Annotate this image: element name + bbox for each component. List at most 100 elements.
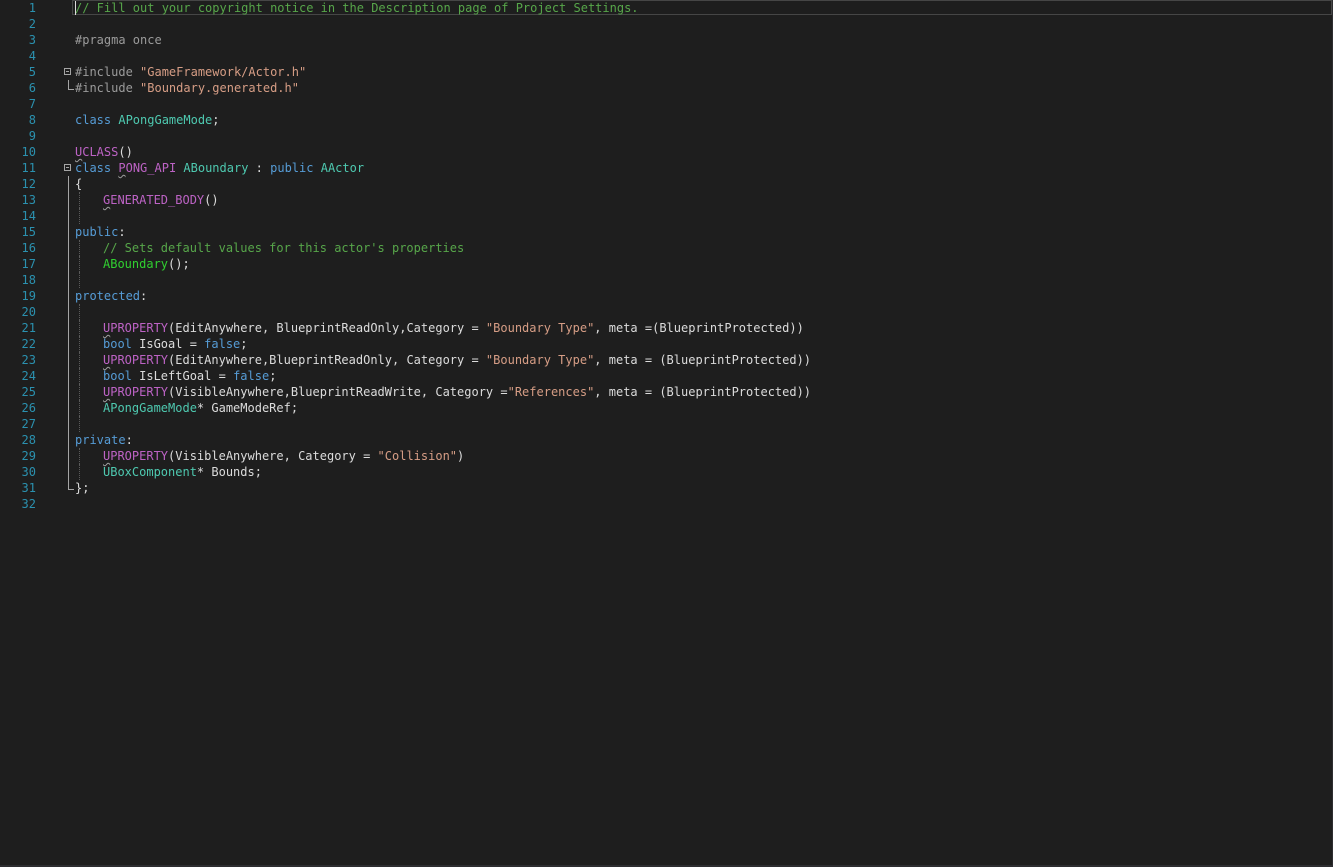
line-number: 7 — [28, 97, 36, 111]
code-line: 22 bool IsGoal = false; — [0, 336, 1333, 352]
fold-end-marker — [68, 480, 74, 490]
code-editor[interactable]: 1 // Fill out your copyright notice in t… — [0, 0, 1333, 867]
access-specifier: public — [75, 225, 119, 239]
fold-line — [68, 352, 69, 368]
line-number: 19 — [21, 289, 36, 303]
type-name: AActor — [320, 161, 365, 175]
code-line: 14 — [0, 208, 1333, 224]
code-line: 26 APongGameMode* GameModeRef; — [0, 400, 1333, 416]
fold-line — [68, 208, 69, 224]
fold-line — [68, 320, 69, 336]
indent-guide — [79, 272, 80, 288]
fold-line — [68, 432, 69, 448]
line-number: 28 — [21, 433, 36, 447]
line-number: 1 — [28, 1, 36, 15]
line-number: 11 — [21, 161, 36, 175]
code-line: 4 — [0, 48, 1333, 64]
fold-line — [68, 256, 69, 272]
collapse-icon[interactable] — [64, 68, 71, 75]
fold-end-marker — [68, 80, 74, 90]
indent-guide — [79, 304, 80, 320]
string-literal: "Boundary Type" — [485, 321, 595, 335]
code-line: 32 — [0, 496, 1333, 512]
macro: PROPERTY — [110, 449, 169, 463]
line-number: 16 — [21, 241, 36, 255]
code-line: 19 protected: — [0, 288, 1333, 304]
line-number: 22 — [21, 337, 36, 351]
line-number: 31 — [21, 481, 36, 495]
code-line: 6 #include "Boundary.generated.h" — [0, 80, 1333, 96]
access-specifier: private — [75, 433, 126, 447]
macro-squiggle: P — [118, 161, 126, 175]
fold-line — [68, 192, 69, 208]
line-number: 24 — [21, 369, 36, 383]
code-line: 13 GENERATED_BODY() — [0, 192, 1333, 208]
fold-line — [68, 304, 69, 320]
fold-line — [68, 400, 69, 416]
macro: CLASS — [82, 145, 119, 159]
code-line: 27 — [0, 416, 1333, 432]
code-line: 2 — [0, 16, 1333, 32]
brace: { — [75, 177, 83, 191]
text-cursor — [75, 1, 76, 15]
line-number: 13 — [21, 193, 36, 207]
fold-line — [68, 224, 69, 240]
type-name: APongGameMode — [118, 113, 213, 127]
string-literal: "Boundary Type" — [485, 353, 595, 367]
code-line: 23 UPROPERTY(EditAnywhere,BlueprintReadO… — [0, 352, 1333, 368]
code-line: 28 private: — [0, 432, 1333, 448]
string-literal: "References" — [507, 385, 595, 399]
line-number: 27 — [21, 417, 36, 431]
function-name: ABoundary — [103, 257, 169, 271]
code-line: 29 UPROPERTY(VisibleAnywhere, Category =… — [0, 448, 1333, 464]
fold-line — [68, 368, 69, 384]
line-number: 30 — [21, 465, 36, 479]
line-number: 2 — [28, 17, 36, 31]
code-line: 8 class APongGameMode; — [0, 112, 1333, 128]
include-keyword: #include — [75, 81, 141, 95]
indent-guide — [79, 208, 80, 224]
code-line: 1 // Fill out your copyright notice in t… — [0, 0, 1333, 16]
fold-line — [68, 448, 69, 464]
type-name: ABoundary — [183, 161, 249, 175]
fold-line — [68, 384, 69, 400]
macro: PROPERTY — [110, 321, 169, 335]
indent-guide — [79, 416, 80, 432]
code-line: 30 UBoxComponent* Bounds; — [0, 464, 1333, 480]
code-line: 31 }; — [0, 480, 1333, 496]
keyword: class — [75, 161, 112, 175]
line-number: 10 — [21, 145, 36, 159]
keyword: class — [75, 113, 112, 127]
include-path: "Boundary.generated.h" — [140, 81, 299, 95]
line-number: 8 — [28, 113, 36, 127]
line-number: 17 — [21, 257, 36, 271]
line-number: 21 — [21, 321, 36, 335]
code-line: 24 bool IsLeftGoal = false; — [0, 368, 1333, 384]
fold-line — [68, 288, 69, 304]
line-number: 32 — [21, 497, 36, 511]
line-number: 3 — [28, 33, 36, 47]
line-number: 20 — [21, 305, 36, 319]
line-number: 12 — [21, 177, 36, 191]
fold-line — [68, 176, 69, 192]
keyword: false — [204, 337, 241, 351]
code-line: 10 UCLASS() — [0, 144, 1333, 160]
macro: ONG_API — [125, 161, 177, 175]
pragma-directive: #pragma once — [75, 33, 162, 47]
line-number: 23 — [21, 353, 36, 367]
code-line: 5 #include "GameFramework/Actor.h" — [0, 64, 1333, 80]
line-number: 29 — [21, 449, 36, 463]
line-number: 15 — [21, 225, 36, 239]
line-number: 6 — [28, 81, 36, 95]
line-number: 25 — [21, 385, 36, 399]
type-name: UBoxComponent — [103, 465, 197, 479]
code-line: 21 UPROPERTY(EditAnywhere, BlueprintRead… — [0, 320, 1333, 336]
code-line: 20 — [0, 304, 1333, 320]
type-name: APongGameMode — [103, 401, 197, 415]
collapse-icon[interactable] — [64, 164, 71, 171]
include-keyword: #include — [75, 65, 141, 79]
line-number: 5 — [28, 65, 36, 79]
code-line: 15 public: — [0, 224, 1333, 240]
keyword: bool — [103, 369, 132, 383]
include-path: "GameFramework/Actor.h" — [140, 65, 307, 79]
